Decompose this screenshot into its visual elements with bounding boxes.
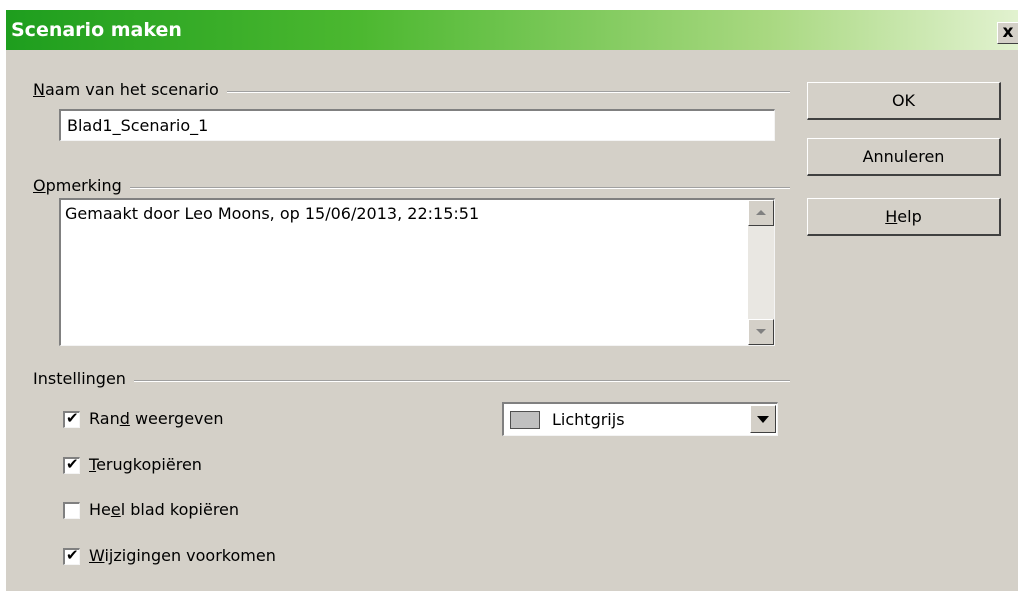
checkbox-label: Heel blad kopiëren bbox=[89, 500, 240, 519]
checkbox-label: Wijzigingen voorkomen bbox=[89, 546, 276, 565]
scroll-up-button[interactable] bbox=[748, 200, 774, 226]
scroll-down-button[interactable] bbox=[748, 319, 774, 345]
settings-group-divider bbox=[34, 380, 790, 382]
checkmark-icon: ✔ bbox=[66, 409, 79, 427]
checkmark-icon: ✔ bbox=[66, 546, 79, 564]
arrow-down-icon bbox=[756, 329, 766, 334]
name-group-label: Naam van het scenario bbox=[33, 80, 227, 99]
close-button[interactable]: x bbox=[997, 22, 1018, 44]
comment-label-text: pmerking bbox=[45, 176, 122, 195]
checkbox-label: Terugkopiëren bbox=[89, 455, 202, 474]
comment-group-divider bbox=[34, 187, 790, 189]
dialog-title: Scenario maken bbox=[11, 19, 182, 41]
checkbox-box[interactable] bbox=[63, 502, 80, 519]
comment-textarea[interactable]: Gemaakt door Leo Moons, op 15/06/2013, 2… bbox=[59, 198, 775, 346]
arrow-up-icon bbox=[756, 210, 766, 215]
help-label: elp bbox=[897, 206, 922, 226]
ok-button[interactable]: OK bbox=[807, 82, 1001, 120]
name-label-text: aam van het scenario bbox=[44, 80, 219, 99]
close-icon: x bbox=[1002, 22, 1014, 42]
scenario-dialog: Scenario maken x Naam van het scenario O… bbox=[5, 10, 1018, 591]
settings-group-label: Instellingen bbox=[33, 369, 134, 388]
help-mnemonic: H bbox=[885, 206, 898, 226]
chevron-down-icon bbox=[757, 416, 769, 423]
comment-scrollbar[interactable] bbox=[748, 200, 774, 345]
color-select-dropdown-button[interactable] bbox=[750, 405, 776, 433]
dialog-titlebar[interactable]: Scenario maken x bbox=[6, 10, 1018, 50]
checkbox-label: Rand weergeven bbox=[89, 409, 224, 428]
color-swatch bbox=[510, 411, 540, 429]
comment-group-label: Opmerking bbox=[33, 176, 130, 195]
comment-label-mnemonic: O bbox=[33, 176, 46, 195]
checkbox-box[interactable]: ✔ bbox=[63, 546, 80, 565]
border-color-select[interactable]: Lichtgrijs bbox=[502, 402, 778, 436]
help-button[interactable]: Help bbox=[807, 198, 1001, 236]
comment-text: Gemaakt door Leo Moons, op 15/06/2013, 2… bbox=[65, 204, 480, 223]
name-label-mnemonic: N bbox=[33, 80, 45, 99]
scenario-name-input[interactable] bbox=[59, 109, 775, 141]
checkmark-icon: ✔ bbox=[66, 455, 79, 473]
checkbox-box[interactable]: ✔ bbox=[63, 455, 80, 474]
color-select-value: Lichtgrijs bbox=[552, 410, 625, 429]
cancel-button[interactable]: Annuleren bbox=[807, 138, 1001, 176]
checkbox-box[interactable]: ✔ bbox=[63, 409, 80, 428]
